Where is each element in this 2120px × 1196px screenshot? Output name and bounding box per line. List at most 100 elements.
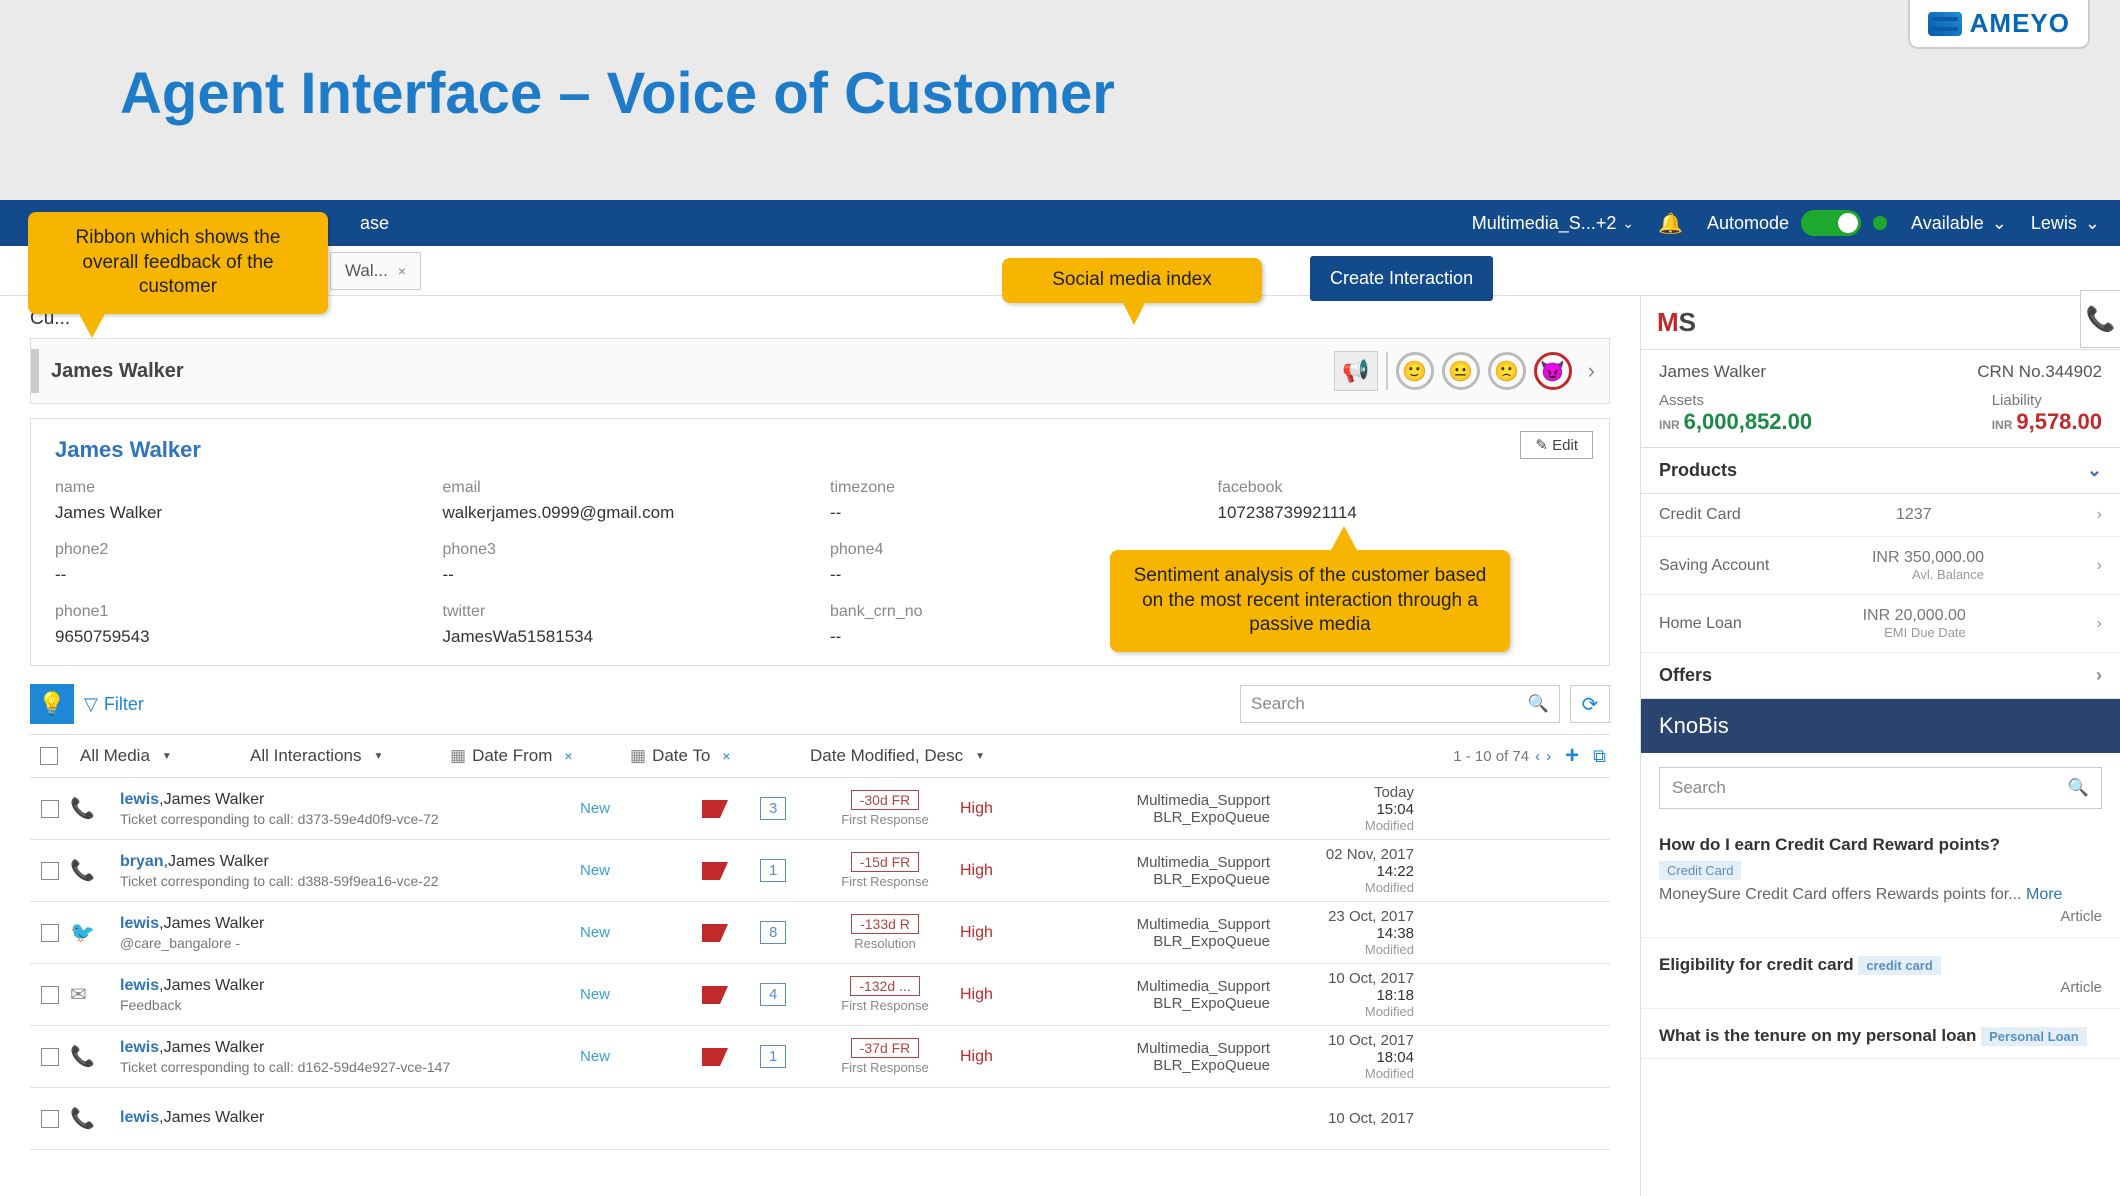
chevron-right-icon: › (2097, 506, 2102, 524)
field-value: walkerjames.0999@gmail.com (443, 503, 811, 523)
priority-label: High (960, 1048, 1050, 1066)
status-label: New (580, 986, 670, 1003)
add-button[interactable]: + (1565, 742, 1579, 770)
kb-article[interactable]: How do I earn Credit Card Reward points?… (1641, 823, 2120, 938)
offers-header[interactable]: Offers › (1641, 653, 2120, 699)
feedback-ribbon: James Walker 📢 🙂 😐 🙁 😈 › (30, 338, 1610, 404)
sla-badge: -30d FR (851, 790, 920, 810)
count-badge: 8 (760, 921, 786, 944)
interactions-filter[interactable]: All Interactions (240, 746, 440, 766)
date-to-label: Date To (652, 746, 710, 766)
edit-button[interactable]: ✎ Edit (1520, 431, 1593, 459)
row-checkbox[interactable] (41, 862, 59, 880)
row-checkbox[interactable] (41, 986, 59, 1004)
calendar-icon: ▦ (630, 746, 646, 766)
kb-article[interactable]: Eligibility for credit card credit card … (1641, 938, 2120, 1009)
email-icon: ✉ (70, 982, 120, 1007)
profile-selector[interactable]: Multimedia_S...+2 ⌄ (1472, 213, 1634, 234)
ameyo-logo-icon (1928, 12, 1962, 36)
clear-icon[interactable]: × (722, 748, 730, 764)
logo-badge: AMEYO (1908, 0, 2090, 49)
sort-selector[interactable]: Date Modified, Desc (800, 746, 1040, 766)
filter-button[interactable]: ▽ Filter (84, 694, 144, 715)
products-header[interactable]: Products ⌄ (1641, 448, 2120, 494)
chevron-right-icon[interactable]: › (1580, 358, 1595, 384)
user-menu[interactable]: Lewis⌄ (2031, 213, 2100, 234)
breadcrumb-fragment: ase (360, 213, 389, 234)
table-row[interactable]: 📞 lewis,James Walker 10 Oct, 2017 (30, 1088, 1610, 1150)
tab-customer[interactable]: Wal... × (330, 252, 421, 290)
sort-label: Date Modified, Desc (810, 746, 963, 766)
smile-face-icon[interactable]: 🙂 (1396, 352, 1434, 390)
date-from-input[interactable]: ▦Date From× (440, 746, 620, 766)
moneysure-logo: MS (1641, 296, 2120, 350)
table-row[interactable]: 📞 bryan,James WalkerTicket corresponding… (30, 840, 1610, 902)
count-badge: 1 (760, 859, 786, 882)
toggle-switch-icon[interactable] (1801, 210, 1861, 236)
date-from-label: Date From (472, 746, 552, 766)
prev-page-icon[interactable]: ‹ (1535, 748, 1540, 765)
count-badge: 4 (760, 983, 786, 1006)
filter-label: Filter (104, 694, 144, 715)
row-checkbox[interactable] (41, 924, 59, 942)
next-page-icon[interactable]: › (1546, 748, 1551, 765)
sla-badge: -15d FR (851, 852, 920, 872)
priority-label: High (960, 924, 1050, 942)
table-row[interactable]: ✉ lewis,James WalkerFeedback New 4 -132d… (30, 964, 1610, 1026)
liability-label: Liability (1992, 392, 2102, 409)
filter-icon: ▽ (84, 694, 98, 715)
table-row[interactable]: 📞 lewis,James WalkerTicket corresponding… (30, 1026, 1610, 1088)
phone-tab-icon[interactable]: 📞 (2080, 290, 2120, 348)
offers-label: Offers (1659, 665, 1712, 686)
row-checkbox[interactable] (41, 1110, 59, 1128)
product-row[interactable]: Home LoanINR 20,000.00EMI Due Date› (1641, 595, 2120, 653)
kb-article[interactable]: What is the tenure on my personal loan P… (1641, 1009, 2120, 1059)
select-all-checkbox[interactable] (40, 747, 58, 765)
slide-header: Agent Interface – Voice of Customer AMEY… (0, 0, 2120, 200)
close-icon[interactable]: × (398, 263, 406, 279)
knobis-title: KnoBis (1659, 713, 1729, 739)
detail-title: James Walker (55, 437, 1585, 463)
interactions-label: All Interactions (250, 746, 362, 766)
availability-label: Available (1911, 213, 1984, 234)
sla-badge: -133d R (851, 914, 919, 934)
twitter-icon: 🐦 (70, 920, 120, 945)
field-label: name (55, 479, 423, 497)
sad-face-icon[interactable]: 🙁 (1488, 352, 1526, 390)
search-icon: 🔍 (2068, 778, 2089, 798)
bell-icon[interactable]: 🔔 (1658, 211, 1683, 236)
separator (1386, 352, 1388, 390)
neutral-face-icon[interactable]: 😐 (1442, 352, 1480, 390)
automode-toggle[interactable]: Automode (1707, 210, 1887, 236)
angry-face-icon[interactable]: 😈 (1534, 352, 1572, 390)
phone-icon: 📞 (70, 858, 120, 883)
megaphone-icon[interactable]: 📢 (1334, 351, 1378, 391)
field-label: email (443, 479, 811, 497)
count-badge: 3 (760, 797, 786, 820)
table-row[interactable]: 📞 lewis,James WalkerTicket corresponding… (30, 778, 1610, 840)
refresh-button[interactable]: ⟳ (1570, 685, 1610, 723)
create-interaction-button[interactable]: Create Interaction (1310, 256, 1493, 301)
product-row[interactable]: Saving AccountINR 350,000.00Avl. Balance… (1641, 537, 2120, 595)
clear-icon[interactable]: × (564, 748, 572, 764)
priority-label: High (960, 800, 1050, 818)
lightbulb-icon[interactable]: 💡 (30, 684, 74, 724)
row-checkbox[interactable] (41, 1048, 59, 1066)
media-filter[interactable]: All Media (70, 746, 240, 766)
product-name: Saving Account (1659, 557, 1769, 575)
slide-title: Agent Interface – Voice of Customer (0, 0, 2120, 127)
chevron-down-icon: ⌄ (1622, 215, 1634, 232)
profile-label: Multimedia_S...+2 (1472, 213, 1617, 234)
date-to-input[interactable]: ▦ Date To × (620, 746, 800, 766)
side-customer-name: James Walker (1659, 362, 1766, 382)
availability-selector[interactable]: Available⌄ (1911, 213, 2007, 234)
ribbon-customer-name: James Walker (51, 360, 184, 383)
search-input[interactable]: Search 🔍 (1240, 685, 1560, 723)
flag-icon (702, 1048, 728, 1066)
row-checkbox[interactable] (41, 800, 59, 818)
table-row[interactable]: 🐦 lewis,James Walker@care_bangalore - Ne… (30, 902, 1610, 964)
kb-search-input[interactable]: Search 🔍 (1659, 767, 2102, 809)
popout-icon[interactable]: ⧉ (1593, 746, 1606, 767)
product-row[interactable]: Credit Card1237› (1641, 494, 2120, 537)
ribbon-stripe (31, 349, 39, 393)
